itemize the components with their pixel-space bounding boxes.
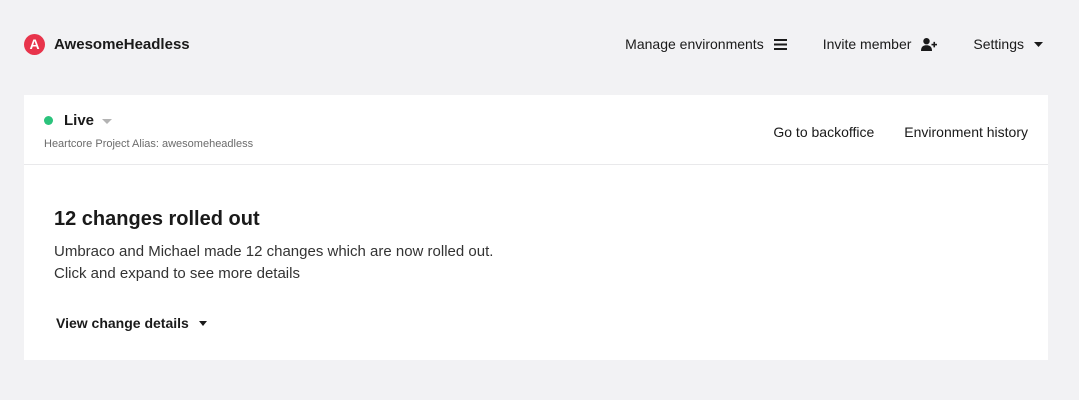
top-nav: Manage environments Invite member Settin… — [625, 33, 1043, 55]
details-caret-down-icon — [198, 320, 207, 326]
invite-member-button[interactable]: Invite member — [823, 36, 938, 52]
brand-logo: A — [24, 33, 45, 55]
status-dot-icon — [44, 116, 53, 125]
hamburger-menu-icon — [773, 38, 787, 50]
manage-environments-button[interactable]: Manage environments — [625, 36, 787, 52]
environment-selector[interactable]: Live — [44, 112, 113, 129]
rollout-description-line-2: Click and expand to see more details — [54, 265, 300, 282]
project-alias: Heartcore Project Alias: awesomeheadless — [44, 138, 254, 150]
invite-member-label: Invite member — [822, 36, 912, 52]
environment-history-link[interactable]: Environment history — [904, 124, 1028, 140]
go-to-backoffice-link[interactable]: Go to backoffice — [773, 124, 874, 140]
rollout-description-line-1: Umbraco and Michael made 12 changes whic… — [54, 243, 494, 260]
view-change-details-label: View change details — [56, 315, 189, 331]
brand-name: AwesomeHeadless — [54, 35, 190, 53]
brand[interactable]: A AwesomeHeadless — [24, 33, 190, 55]
add-user-icon — [921, 37, 938, 51]
rollout-text: 12 changes rolled out Umbraco and Michae… — [54, 208, 493, 285]
view-change-details-button[interactable]: View change details — [56, 315, 207, 331]
top-bar: A AwesomeHeadless Manage environments In… — [0, 0, 1079, 88]
manage-environments-label: Manage environments — [625, 36, 764, 52]
environment-caret-down-icon — [102, 119, 113, 124]
rollout-title: 12 changes rolled out — [54, 208, 260, 230]
caret-down-icon — [1034, 41, 1043, 47]
rollout-description: Umbraco and Michael made 12 changes whic… — [54, 241, 493, 285]
environment-name: Live — [64, 112, 95, 129]
settings-label: Settings — [973, 36, 1024, 52]
settings-dropdown[interactable]: Settings — [973, 36, 1043, 52]
environment-card-header: Live Heartcore Project Alias: awesomehea… — [24, 95, 1048, 165]
environment-actions: Go to backoffice Environment history — [773, 124, 1028, 140]
